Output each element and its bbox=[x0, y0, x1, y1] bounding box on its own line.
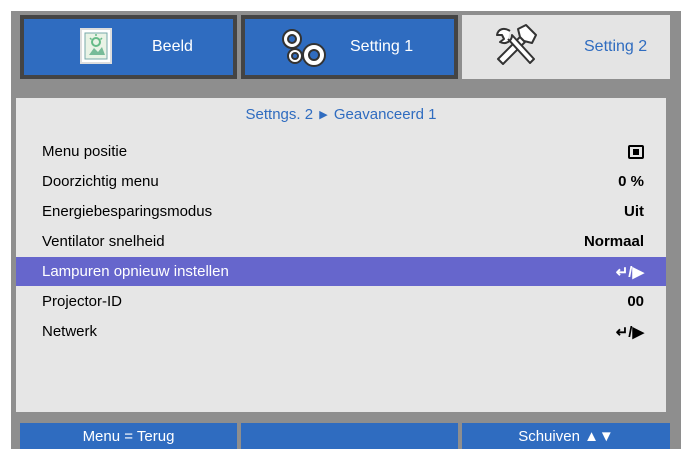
row-label: Doorzichtig menu bbox=[42, 173, 159, 190]
picture-icon bbox=[80, 28, 112, 71]
row-value: Uit bbox=[624, 203, 644, 220]
breadcrumb-current: Geavanceerd 1 bbox=[333, 106, 437, 123]
tab-label: Setting 2 bbox=[584, 38, 648, 55]
enter-right-icon: ↵/▶ bbox=[615, 323, 644, 341]
tab-setting-1[interactable]: Setting 1 bbox=[241, 15, 458, 79]
scroll-hint-label: Schuiven ▲▼ bbox=[518, 427, 614, 445]
row-value: 0 % bbox=[618, 173, 644, 190]
row-label: Menu positie bbox=[42, 143, 128, 160]
menu-row-netwerk[interactable]: Netwerk ↵/▶ bbox=[16, 317, 666, 346]
settings-panel: Settngs. 2 ▶ Geavanceerd 1 Menu positie … bbox=[16, 98, 666, 412]
menu-position-icon bbox=[628, 144, 644, 159]
row-label: Netwerk bbox=[42, 323, 98, 340]
footer-middle bbox=[241, 423, 458, 449]
tab-label: Beeld bbox=[152, 38, 193, 55]
menu-row-projector-id[interactable]: Projector-ID 00 bbox=[16, 287, 666, 316]
menu-row-doorzichtig-menu[interactable]: Doorzichtig menu 0 % bbox=[16, 167, 666, 196]
row-value: 00 bbox=[627, 293, 644, 310]
tools-icon bbox=[490, 21, 544, 74]
menu-row-lampuren-opnieuw-instellen[interactable]: Lampuren opnieuw instellen ↵/▶ bbox=[16, 257, 666, 286]
footer-menu-back: Menu = Terug bbox=[20, 423, 237, 449]
row-label: Energiebesparingsmodus bbox=[42, 203, 213, 220]
footer-label: Menu = Terug bbox=[82, 427, 175, 445]
tab-beeld[interactable]: Beeld bbox=[20, 15, 237, 79]
enter-right-icon: ↵/▶ bbox=[615, 263, 644, 281]
breadcrumb-separator-icon: ▶ bbox=[319, 109, 328, 121]
menu-row-ventilator-snelheid[interactable]: Ventilator snelheid Normaal bbox=[16, 227, 666, 256]
row-label: Lampuren opnieuw instellen bbox=[42, 263, 229, 280]
menu-row-energiebesparingsmodus[interactable]: Energiebesparingsmodus Uit bbox=[16, 197, 666, 226]
row-value: Normaal bbox=[583, 233, 644, 250]
row-label: Projector-ID bbox=[42, 293, 123, 310]
breadcrumb-parent: Settngs. 2 bbox=[245, 106, 314, 123]
tab-setting-2[interactable]: Setting 2 bbox=[462, 15, 670, 79]
breadcrumb: Settngs. 2 ▶ Geavanceerd 1 bbox=[16, 106, 666, 123]
tab-label: Setting 1 bbox=[350, 38, 414, 55]
footer-scroll: Schuiven ▲▼ bbox=[462, 423, 670, 449]
menu-row-menu-positie[interactable]: Menu positie bbox=[16, 137, 666, 166]
row-label: Ventilator snelheid bbox=[42, 233, 165, 250]
gears-icon bbox=[275, 25, 333, 76]
